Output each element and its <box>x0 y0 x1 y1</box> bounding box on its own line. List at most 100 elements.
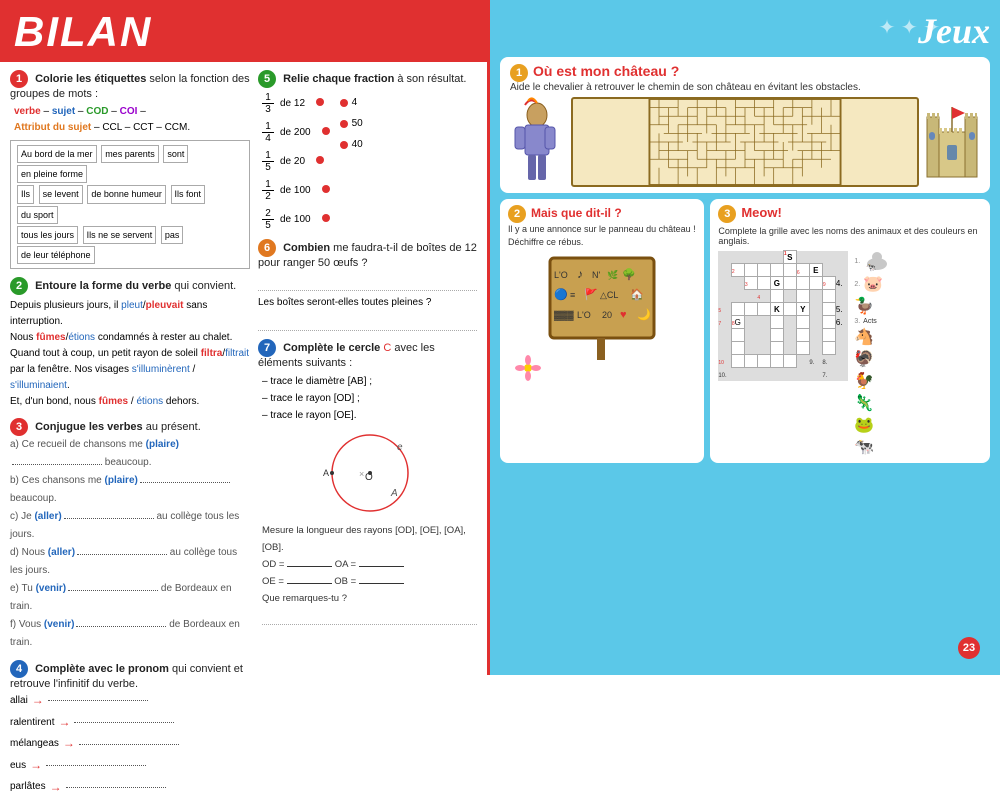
animal-item-3: 3. Acts <box>854 318 891 325</box>
measurements: Mesure la longueur des rayons [OD], [OE]… <box>262 522 477 625</box>
cw-row-9: 10 9. 8. <box>718 355 848 368</box>
exercise-6: 6 Combien me faudra-t-il de boîtes de 12… <box>258 239 477 331</box>
ex6-instruction: Combien me faudra-t-il de boîtes de 12 p… <box>258 242 477 269</box>
svg-text:N': N' <box>592 270 600 280</box>
fractions-right: 4 50 40 <box>340 97 363 231</box>
ex2-number: 2 <box>10 277 28 295</box>
svg-text:🌙: 🌙 <box>637 308 651 321</box>
crossword-table: 1S 2 <box>718 250 848 381</box>
cw-row-7 <box>718 329 848 342</box>
flower-decoration <box>513 353 543 383</box>
cw-row-5: 5 K Y 5. <box>718 303 848 316</box>
animal-item-5: 🦃 <box>854 349 891 369</box>
animal-item-8: 🐸 <box>854 415 891 435</box>
svg-text:×: × <box>359 469 364 479</box>
ex6-number: 6 <box>258 239 276 257</box>
svg-text:🌿: 🌿 <box>607 269 618 280</box>
svg-text:🔵: 🔵 <box>554 288 568 301</box>
svg-text:♥: ♥ <box>620 309 627 321</box>
animal-item-1: 1. 🐄 <box>854 250 891 272</box>
fractions-left: 13 de 12 14 de 200 15 de 2 <box>262 92 330 231</box>
svg-text:🐄: 🐄 <box>866 263 876 272</box>
ex4-number: 4 <box>10 660 28 678</box>
svg-text:A: A <box>390 488 398 499</box>
sign-title: Mais que dit-il ? <box>531 206 622 220</box>
svg-text:≡: ≡ <box>570 290 575 300</box>
meow-subtitle: Complete la grille avec les noms des ani… <box>718 226 982 246</box>
exercise-5: 5 Relie chaque fraction à son résultat. … <box>258 70 477 231</box>
exercise-3: 3 Conjugue les verbes au présent. a) Ce … <box>10 418 250 652</box>
chateau-exercise: 1 Où est mon château ? Aide le chevalier… <box>500 57 990 193</box>
animal-item-7: 🦎 <box>854 393 891 413</box>
decorative-stars: ✦ ✦ ✦ <box>879 15 940 40</box>
ex5-instruction: Relie chaque fraction à son résultat. <box>283 73 466 85</box>
meow-ex-number: 3 <box>718 205 736 223</box>
left-column-1: 1 Colorie les étiquettes selon la foncti… <box>10 70 250 665</box>
ex2-content: Depuis plusieurs jours, il pleut/pleuvai… <box>10 298 250 410</box>
cw-row-1: 1S <box>718 251 848 264</box>
svg-text:O: O <box>365 472 373 483</box>
left-main: 1 Colorie les étiquettes selon la foncti… <box>10 70 477 665</box>
animal-item-cow: 🐄 <box>854 437 891 457</box>
castle-sign-exercise: 2 Mais que dit-il ? Il y a une annonce s… <box>500 199 704 463</box>
ex1-sentences: Au bord de la mer mes parents sont en pl… <box>10 140 250 269</box>
ex3-content: a) Ce recueil de chansons me (plaire) be… <box>10 436 250 652</box>
cw-row-3: 3 G 9 4. <box>718 277 848 290</box>
right-panel: ✦ ✦ ✦ Jeux 1 Où est mon château ? Aide l… <box>490 0 1000 675</box>
svg-text:🌳: 🌳 <box>622 267 636 281</box>
left-panel: BILAN 1 Colorie les étiquettes selon la … <box>0 0 490 675</box>
castle-figure <box>925 97 980 187</box>
exercise-2: 2 Entoure la forme du verbe qui convient… <box>10 277 250 410</box>
chateau-title: Où est mon château ? <box>533 63 679 79</box>
svg-text:e: e <box>397 442 403 453</box>
ex6-header: 6 Combien me faudra-t-il de boîtes de 12… <box>258 239 477 269</box>
ex7-content: – trace le diamètre [AB] ; – trace le ra… <box>262 373 477 625</box>
cw-row-4: 4 <box>718 290 848 303</box>
exercise-7: 7 Complète le cercle C avec les éléments… <box>258 339 477 625</box>
ex5-header: 5 Relie chaque fraction à son résultat. <box>258 70 477 88</box>
ex5-content: 13 de 12 14 de 200 15 de 2 <box>262 92 477 231</box>
left-column-2: 5 Relie chaque fraction à son résultat. … <box>258 70 477 665</box>
svg-text:▓▓▓: ▓▓▓ <box>554 310 574 321</box>
page-number: 23 <box>958 637 980 659</box>
cw-row-6: 7 8G 6. <box>718 316 848 329</box>
right-bottom: 2 Mais que dit-il ? Il y a une annonce s… <box>500 199 990 463</box>
svg-text:A: A <box>323 468 329 478</box>
meow-exercise: 3 Meow! Complete la grille avec les noms… <box>710 199 990 463</box>
meow-title: Meow! <box>741 205 781 220</box>
ex2-header: 2 Entoure la forme du verbe qui convient… <box>10 277 250 295</box>
circle-diagram: O A e A × <box>315 428 425 518</box>
animal-item-4: 🐴 <box>854 327 891 347</box>
right-panel-inner: ✦ ✦ ✦ Jeux 1 Où est mon château ? Aide l… <box>500 10 990 665</box>
animal-list: 1. 🐄 2. 🐷 🦆 3. Acts <box>854 250 891 457</box>
ex7-instruction: Complète le cercle C avec les éléments s… <box>258 342 435 369</box>
chateau-subtitle: Aide le chevalier à retrouver le chemin … <box>510 82 980 93</box>
crossword-grid-container: 1S 2 <box>718 250 848 457</box>
ex7-number: 7 <box>258 339 276 357</box>
exercise-1: 1 Colorie les étiquettes selon la foncti… <box>10 70 250 269</box>
ex5-number: 5 <box>258 70 276 88</box>
ex3-header: 3 Conjugue les verbes au présent. <box>10 418 250 436</box>
ex4-header: 4 Complète avec le pronom qui convient e… <box>10 660 250 690</box>
ex7-header: 7 Complète le cercle C avec les éléments… <box>258 339 477 369</box>
svg-text:L'O: L'O <box>554 270 568 280</box>
ex3-instruction: Conjugue les verbes au présent. <box>35 421 201 433</box>
ex1-instruction: Colorie les étiquettes selon la fonction… <box>10 73 250 100</box>
exercise-4: 4 Complète avec le pronom qui convient e… <box>10 660 250 798</box>
cw-row-2: 2 6 E <box>718 264 848 277</box>
bilan-title: BILAN <box>14 8 152 55</box>
svg-text:🚩: 🚩 <box>584 288 598 301</box>
sign-ex-number: 2 <box>508 205 526 223</box>
svg-text:L'O: L'O <box>577 310 591 320</box>
chateau-ex-number: 1 <box>510 64 528 82</box>
maze-area <box>510 97 980 187</box>
ex1-colors: verbe – sujet – COD – COI – Attribut du … <box>14 104 250 136</box>
svg-text:🏠: 🏠 <box>630 288 644 301</box>
ex3-number: 3 <box>10 418 28 436</box>
cw-row-8 <box>718 342 848 355</box>
svg-text:♪: ♪ <box>577 267 583 281</box>
crossword-layout: 1S 2 <box>718 250 982 457</box>
ex1-number: 1 <box>10 70 28 88</box>
animal-item-6: 🐓 <box>854 371 891 391</box>
ex2-instruction: Entoure la forme du verbe qui convient. <box>35 280 236 292</box>
